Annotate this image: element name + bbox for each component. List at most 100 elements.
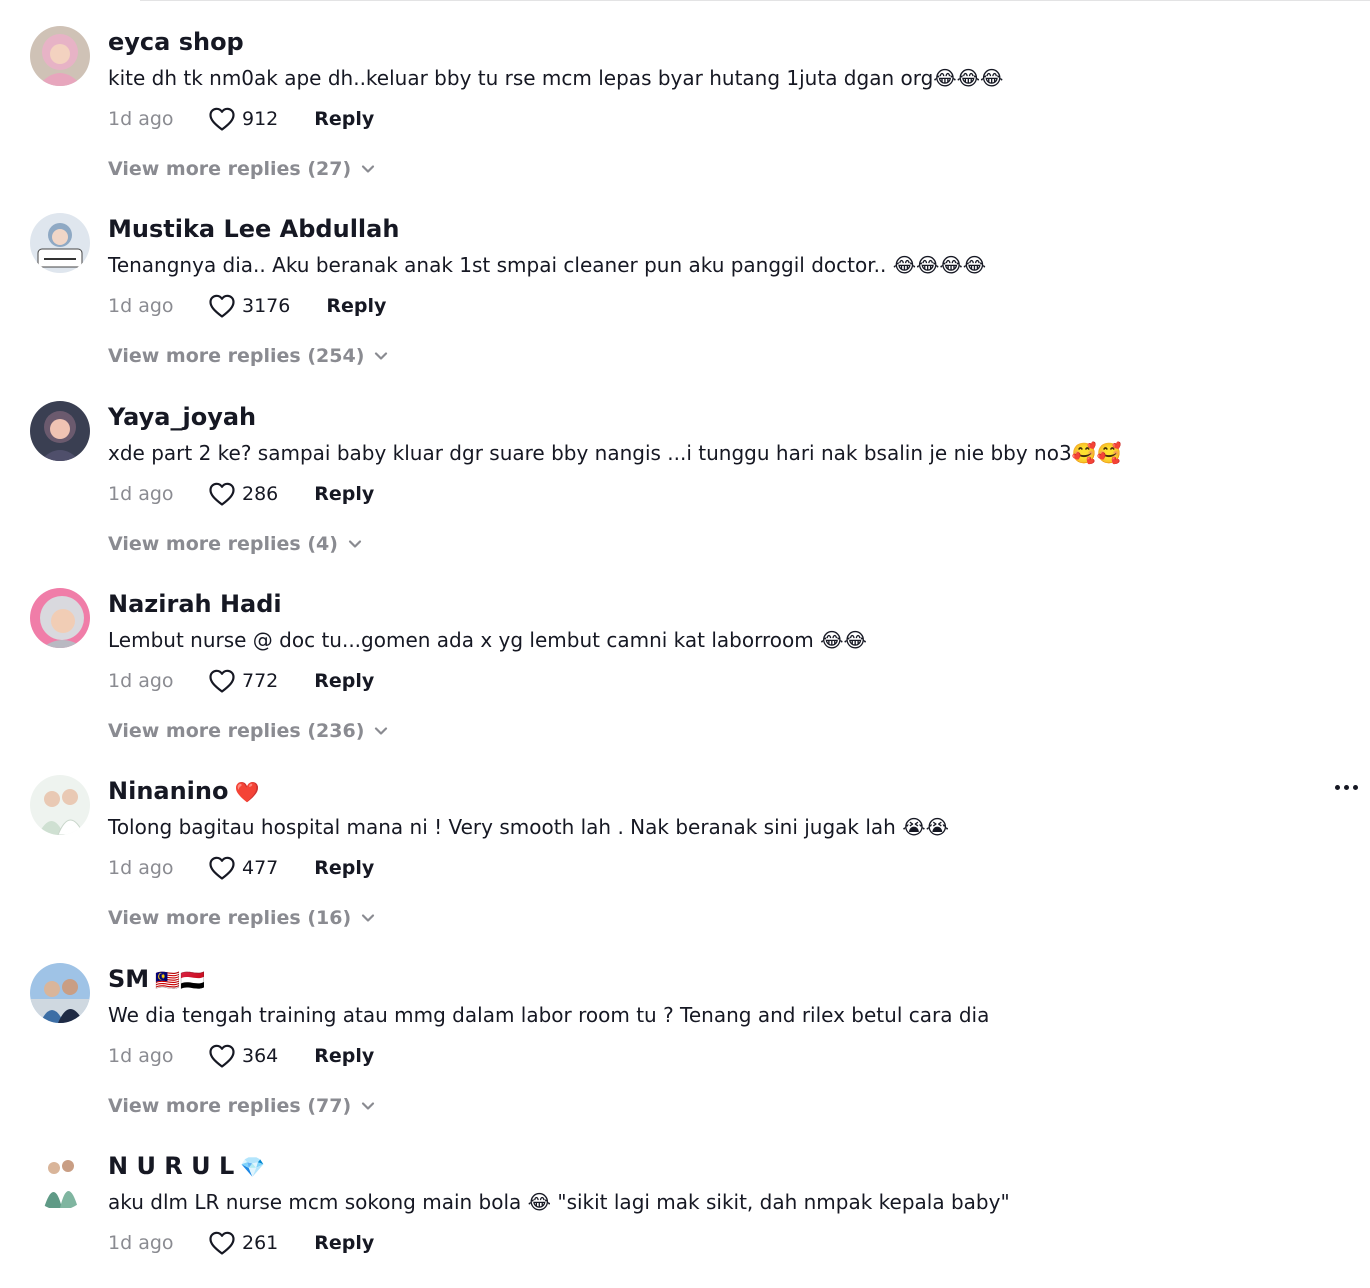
like-button[interactable]: 364 [208, 1043, 278, 1069]
heart-outline-icon [209, 856, 235, 880]
comment-username[interactable]: N U R U L 💎 [108, 1151, 265, 1182]
comment-time: 1d ago [108, 670, 174, 692]
dot [1335, 785, 1340, 790]
avatar-image [30, 963, 90, 1023]
avatar[interactable] [30, 401, 90, 461]
heart-outline-icon [209, 107, 235, 131]
comment-time: 1d ago [108, 857, 174, 879]
comment-text: Lembut nurse @ doc tu...gomen ada x yg l… [108, 628, 867, 652]
view-more-replies-button[interactable]: View more replies (27) [108, 158, 375, 180]
comment-text: aku dlm LR nurse mcm sokong main bola 😂 … [108, 1190, 1010, 1214]
like-count: 772 [242, 670, 279, 692]
reply-button[interactable]: Reply [314, 1045, 374, 1067]
like-count: 477 [242, 857, 279, 879]
like-count: 3176 [242, 295, 291, 317]
like-count: 261 [242, 1232, 279, 1254]
view-more-replies-button[interactable]: View more replies (4) [108, 533, 362, 555]
chevron-down-icon [375, 727, 388, 735]
comment-username[interactable]: eyca shop [108, 27, 250, 58]
avatar[interactable] [30, 1150, 90, 1210]
avatar-image [30, 588, 90, 648]
username-text[interactable]: Mustika Lee Abdullah [108, 215, 399, 243]
avatar[interactable] [30, 26, 90, 86]
heart-outline-icon [209, 669, 235, 693]
like-button[interactable]: 477 [208, 855, 278, 881]
comment-meta: 1d ago 364 Reply [108, 1041, 374, 1071]
view-more-replies-label: View more replies (27) [108, 158, 352, 180]
username-emoji: ❤️ [234, 780, 260, 804]
chevron-down-icon [375, 352, 388, 360]
avatar[interactable] [30, 213, 90, 273]
comment-text: kite dh tk nm0ak ape dh..keluar bby tu r… [108, 66, 1004, 90]
username-text[interactable]: SM [108, 965, 149, 993]
like-button[interactable]: 286 [208, 481, 278, 507]
avatar-image [30, 401, 90, 461]
view-more-replies-label: View more replies (16) [108, 907, 352, 929]
avatar[interactable] [30, 588, 90, 648]
username-emoji: 💎 [240, 1155, 266, 1179]
comment-time: 1d ago [108, 108, 174, 130]
comment-time: 1d ago [108, 483, 174, 505]
comment-text: Tenangnya dia.. Aku beranak anak 1st smp… [108, 253, 987, 277]
avatar-image [30, 213, 90, 273]
reply-button[interactable]: Reply [326, 295, 386, 317]
heart-outline-icon [209, 294, 235, 318]
chevron-down-icon [362, 165, 375, 173]
like-button[interactable]: 772 [208, 668, 278, 694]
avatar[interactable] [30, 963, 90, 1023]
view-more-replies-button[interactable]: View more replies (77) [108, 1095, 375, 1117]
like-count: 912 [242, 108, 279, 130]
top-divider [140, 0, 1370, 1]
username-text[interactable]: Ninanino [108, 777, 228, 805]
view-more-replies-button[interactable]: View more replies (236) [108, 720, 388, 742]
comment-time: 1d ago [108, 1045, 174, 1067]
view-more-replies-button[interactable]: View more replies (16) [108, 907, 375, 929]
username-text[interactable]: Nazirah Hadi [108, 590, 282, 618]
view-more-replies-button[interactable]: View more replies (254) [108, 345, 388, 367]
username-emoji: 🇲🇾🇾🇪 [155, 968, 205, 992]
comment-meta: 1d ago 3176 Reply [108, 291, 386, 321]
chevron-down-icon [362, 914, 375, 922]
comment-username[interactable]: Yaya_joyah [108, 402, 262, 433]
comment-meta: 1d ago 286 Reply [108, 479, 374, 509]
comment-username[interactable]: Ninanino ❤️ [108, 776, 259, 807]
view-more-replies-label: View more replies (254) [108, 345, 365, 367]
comment-meta: 1d ago 912 Reply [108, 104, 374, 134]
avatar[interactable] [30, 775, 90, 835]
heart-outline-icon [209, 1044, 235, 1068]
comment-meta: 1d ago 261 Reply [108, 1228, 374, 1258]
username-text[interactable]: N U R U L [108, 1152, 234, 1180]
comment-text: We dia tengah training atau mmg dalam la… [108, 1003, 990, 1027]
comment-text: Tolong bagitau hospital mana ni ! Very s… [108, 815, 949, 839]
avatar-image [30, 1150, 90, 1210]
heart-outline-icon [209, 1231, 235, 1255]
reply-button[interactable]: Reply [314, 108, 374, 130]
chevron-down-icon [348, 540, 362, 548]
like-count: 286 [242, 483, 279, 505]
comment-username[interactable]: Mustika Lee Abdullah [108, 214, 405, 245]
view-more-replies-label: View more replies (236) [108, 720, 365, 742]
like-count: 364 [242, 1045, 279, 1067]
like-button[interactable]: 261 [208, 1230, 278, 1256]
heart-outline-icon [209, 482, 235, 506]
reply-button[interactable]: Reply [314, 857, 374, 879]
reply-button[interactable]: Reply [314, 483, 374, 505]
avatar-image [30, 26, 90, 86]
dot [1344, 785, 1349, 790]
comment-username[interactable]: SM 🇲🇾🇾🇪 [108, 964, 205, 995]
username-text[interactable]: eyca shop [108, 28, 244, 56]
username-text[interactable]: Yaya_joyah [108, 403, 256, 431]
reply-button[interactable]: Reply [314, 1232, 374, 1254]
comment-time: 1d ago [108, 1232, 174, 1254]
like-button[interactable]: 3176 [208, 293, 290, 319]
avatar-image [30, 775, 90, 835]
comment-text: xde part 2 ke? sampai baby kluar dgr sua… [108, 441, 1122, 465]
view-more-replies-label: View more replies (77) [108, 1095, 352, 1117]
like-button[interactable]: 912 [208, 106, 278, 132]
comment-username[interactable]: Nazirah Hadi [108, 589, 288, 620]
dot [1353, 785, 1358, 790]
comment-meta: 1d ago 772 Reply [108, 666, 374, 696]
more-options-icon[interactable] [1335, 785, 1358, 790]
chevron-down-icon [362, 1102, 375, 1110]
reply-button[interactable]: Reply [314, 670, 374, 692]
